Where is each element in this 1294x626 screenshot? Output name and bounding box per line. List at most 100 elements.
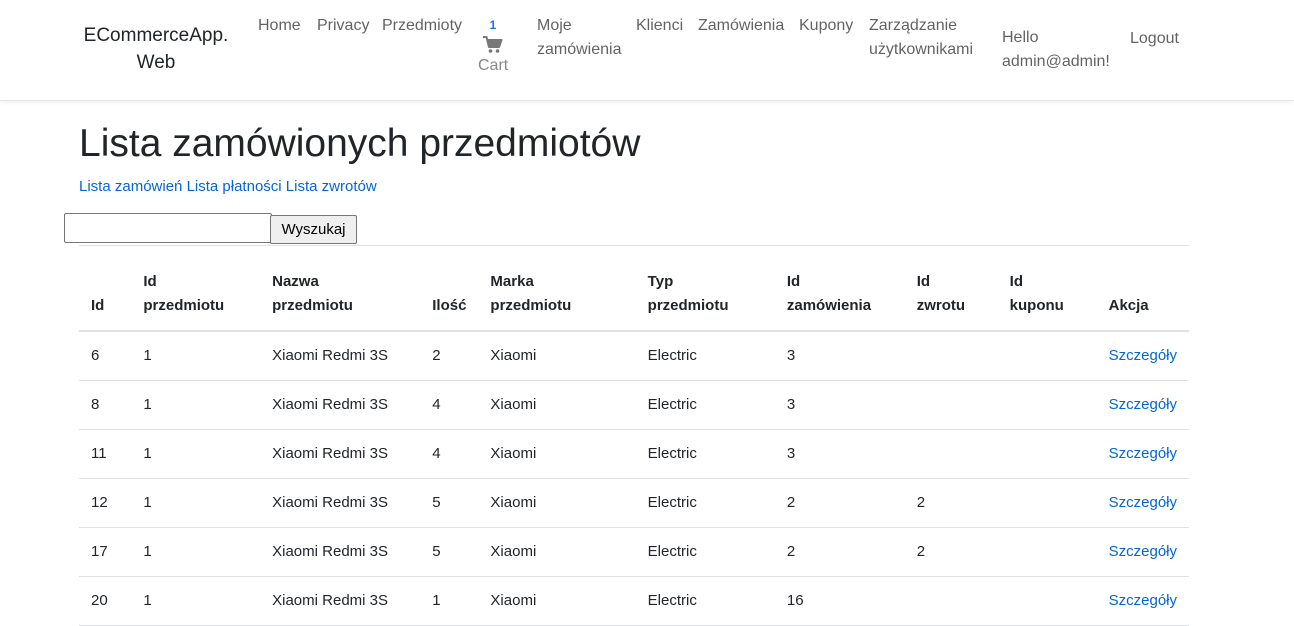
cart-label: Cart [478, 57, 509, 74]
cell-quantity: 5 [420, 527, 479, 577]
nav-user-management-line-2: użytkownikami [869, 41, 974, 58]
top-navbar: ECommerceApp. Web Home Privacy Przedmiot… [0, 0, 1294, 101]
search-button[interactable]: Wyszukaj [270, 215, 357, 244]
cell-type: Electric [635, 380, 775, 430]
header-item-id: Id przedmiotu [131, 245, 261, 332]
cell-brand: Xiaomi [478, 527, 636, 577]
details-link[interactable]: Szczegóły [1109, 445, 1177, 462]
cell-item-name: Xiaomi Redmi 3S [260, 331, 421, 381]
sub-navigation: Lista zamówień Lista płatności Lista zwr… [79, 176, 377, 198]
details-link[interactable]: Szczegóły [1109, 347, 1177, 364]
header-coupon-id: Id kuponu [997, 245, 1097, 332]
cell-item-name: Xiaomi Redmi 3S [260, 478, 421, 528]
brand-line-2: Web [136, 52, 176, 73]
cell-item-id: 1 [131, 576, 261, 626]
cell-order-id: 2 [774, 527, 905, 577]
nav-my-orders-line-2: zamówienia [537, 41, 622, 58]
nav-privacy[interactable]: Privacy [317, 14, 369, 38]
header-action: Akcja [1096, 245, 1189, 332]
cell-type: Electric [635, 576, 775, 626]
cell-refund-id [904, 429, 998, 479]
table-row: 12 1 Xiaomi Redmi 3S 5 Xiaomi Electric 2… [79, 478, 1189, 528]
nav-orders[interactable]: Zamówienia [698, 14, 784, 38]
greeting-line-1: Hello [1002, 29, 1039, 46]
details-link[interactable]: Szczegóły [1109, 592, 1177, 609]
brand-logo-link[interactable]: ECommerceApp. Web [78, 22, 234, 76]
cell-item-id: 1 [131, 380, 261, 430]
cell-coupon-id [997, 527, 1097, 577]
table-row: 6 1 Xiaomi Redmi 3S 2 Xiaomi Electric 3 … [79, 331, 1189, 381]
nav-home[interactable]: Home [258, 14, 301, 38]
cell-order-id: 16 [774, 576, 905, 626]
cell-order-id: 2 [774, 478, 905, 528]
nav-items[interactable]: Przedmioty [382, 14, 462, 38]
cell-type: Electric [635, 478, 775, 528]
cell-coupon-id [997, 576, 1097, 626]
header-id: Id [79, 245, 132, 332]
shopping-cart-icon [483, 36, 503, 53]
cell-item-name: Xiaomi Redmi 3S [260, 527, 421, 577]
nav-coupons[interactable]: Kupony [799, 14, 853, 38]
cell-brand: Xiaomi [478, 331, 636, 381]
table-row: 20 1 Xiaomi Redmi 3S 1 Xiaomi Electric 1… [79, 576, 1189, 626]
cell-item-id: 1 [131, 331, 261, 381]
nav-my-orders[interactable]: Moje zamówienia [537, 14, 621, 62]
cell-item-id: 1 [131, 429, 261, 479]
cell-brand: Xiaomi [478, 478, 636, 528]
cell-item-id: 1 [131, 478, 261, 528]
table-row: 11 1 Xiaomi Redmi 3S 4 Xiaomi Electric 3… [79, 429, 1189, 479]
page-title: Lista zamówionych przedmiotów [79, 122, 641, 165]
cell-quantity: 5 [420, 478, 479, 528]
cell-refund-id [904, 380, 998, 430]
header-type: Typ przedmiotu [635, 245, 775, 332]
cell-item-name: Xiaomi Redmi 3S [260, 429, 421, 479]
nav-customers[interactable]: Klienci [636, 14, 683, 38]
table-header-row: Id Id przedmiotu Nazwa przedmiotu Ilość Ma… [79, 245, 1189, 332]
link-orders-list[interactable]: Lista zamówień [79, 178, 182, 195]
cell-brand: Xiaomi [478, 380, 636, 430]
table-row: 17 1 Xiaomi Redmi 3S 5 Xiaomi Electric 2… [79, 527, 1189, 577]
nav-cart[interactable]: 1 Cart [478, 16, 508, 77]
cell-coupon-id [997, 478, 1097, 528]
cell-item-name: Xiaomi Redmi 3S [260, 576, 421, 626]
cell-id: 8 [79, 380, 132, 430]
cell-id: 17 [79, 527, 132, 577]
table-row: 8 1 Xiaomi Redmi 3S 4 Xiaomi Electric 3 … [79, 380, 1189, 430]
link-refunds-list[interactable]: Lista zwrotów [286, 178, 377, 195]
cell-refund-id: 2 [904, 478, 998, 528]
header-brand: Marka przedmiotu [478, 245, 636, 332]
cell-id: 11 [79, 429, 132, 479]
brand-line-1: ECommerceApp. [83, 25, 229, 46]
cell-coupon-id [997, 380, 1097, 430]
cell-type: Electric [635, 527, 775, 577]
cell-type: Electric [635, 429, 775, 479]
cell-id: 12 [79, 478, 132, 528]
nav-user-management[interactable]: Zarządzanie użytkownikami [869, 14, 973, 62]
search-input[interactable] [64, 213, 272, 243]
details-link[interactable]: Szczegóły [1109, 396, 1177, 413]
nav-my-orders-line-1: Moje [537, 17, 572, 34]
cell-id: 6 [79, 331, 132, 381]
cell-brand: Xiaomi [478, 576, 636, 626]
cell-refund-id [904, 576, 998, 626]
cell-brand: Xiaomi [478, 429, 636, 479]
greeting-line-2: admin@admin! [1002, 53, 1110, 70]
cell-quantity: 4 [420, 380, 479, 430]
cell-refund-id [904, 331, 998, 381]
cell-order-id: 3 [774, 380, 905, 430]
logout-button[interactable]: Logout [1130, 27, 1179, 51]
cell-item-id: 1 [131, 527, 261, 577]
cell-item-name: Xiaomi Redmi 3S [260, 380, 421, 430]
details-link[interactable]: Szczegóły [1109, 494, 1177, 511]
cart-count-badge: 1 [489, 18, 497, 32]
cell-quantity: 2 [420, 331, 479, 381]
link-payments-list[interactable]: Lista płatności [187, 178, 282, 195]
cell-refund-id: 2 [904, 527, 998, 577]
header-quantity: Ilość [420, 245, 479, 332]
header-refund-id: Id zwrotu [904, 245, 998, 332]
cell-order-id: 3 [774, 429, 905, 479]
details-link[interactable]: Szczegóły [1109, 543, 1177, 560]
nav-user-greeting[interactable]: Hello admin@admin! [1002, 26, 1110, 74]
nav-user-management-line-1: Zarządzanie [869, 17, 958, 34]
cell-coupon-id [997, 331, 1097, 381]
